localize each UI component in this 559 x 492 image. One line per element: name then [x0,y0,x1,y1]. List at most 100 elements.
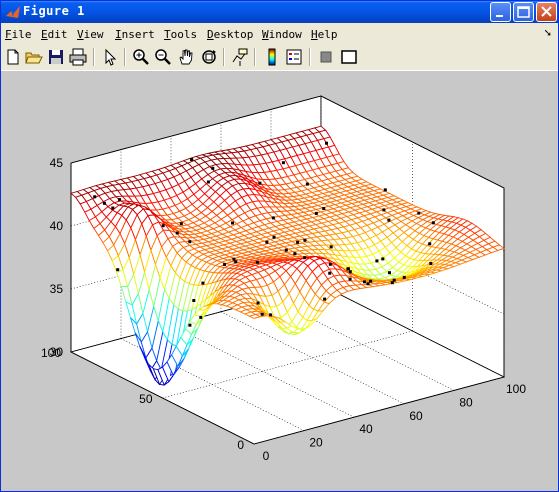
scatter-marker [314,211,318,215]
colorbar-icon [268,48,276,66]
x-tick-label: 100 [506,382,526,396]
figure-canvas[interactable]: 30 35 40 45 0 50 100 0 20 40 60 80 100 [1,71,558,491]
scatter-marker [284,248,288,252]
menu-label: nsert [121,28,155,41]
scatter-marker [382,208,386,212]
menu-label: indow [268,28,302,41]
x-tick-label: 60 [409,409,423,423]
menu-label: iew [83,28,104,41]
toolbar-separator [124,48,126,66]
maximize-button[interactable] [513,2,534,22]
rotate-3d-button[interactable] [199,47,219,67]
scatter-marker [325,141,328,145]
scatter-marker [329,245,333,249]
menu-mnemonic: H [311,28,318,41]
toolbar-separator [254,48,256,66]
open-file-button[interactable] [24,47,44,67]
hide-plot-tools-icon [320,51,332,63]
menu-mnemonic: E [41,28,48,41]
scatter-marker [161,224,165,228]
scatter-marker [190,158,194,161]
colorbar-button[interactable] [262,47,282,67]
scatter-marker [223,263,227,266]
menu-help[interactable]: Help [311,28,338,41]
scatter-marker [269,313,273,317]
minimize-icon [496,15,503,17]
scatter-marker [93,195,97,199]
close-button[interactable] [536,2,557,22]
menu-label: elp [317,28,338,41]
scatter-marker [375,259,379,263]
menu-label: ile [11,28,32,41]
menu-tools[interactable]: Tools [164,28,197,41]
menu-file[interactable]: File [5,28,32,41]
scatter-marker [201,281,205,285]
menu-window[interactable]: Window [262,28,302,41]
save-button[interactable] [46,47,66,67]
toolbar-separator [93,48,95,66]
scatter-marker [188,323,192,327]
title-bar[interactable]: Figure 1 [1,1,558,23]
scatter-marker [111,206,115,210]
hide-plot-tools-button[interactable] [316,47,336,67]
menu-mnemonic: V [77,28,84,41]
rotate-3d-icon [202,50,216,64]
zoom-in-icon [133,49,149,65]
print-button[interactable] [68,47,88,67]
edit-plot-button[interactable] [100,47,120,67]
x-tick-label: 80 [459,395,473,409]
legend-button[interactable] [284,47,304,67]
scatter-marker [188,240,192,244]
scatter-marker [328,271,332,275]
y-tick-label: 0 [237,438,244,452]
x-tick-label: 0 [263,449,270,463]
scatter-marker [265,240,269,244]
scatter-marker [281,161,285,165]
new-figure-button[interactable] [3,47,23,67]
pan-button[interactable] [176,47,196,67]
minimize-button[interactable] [490,2,511,22]
scatter-marker [328,262,332,266]
figure-window: Figure 1 File Edit View Insert Tools Des… [0,0,559,492]
scatter-marker [383,188,387,192]
scatter-marker [211,166,215,170]
scatter-marker [387,218,391,222]
menu-desktop[interactable]: Desktop [207,28,253,41]
print-icon [69,48,87,66]
zoom-out-button[interactable] [153,47,173,67]
x-tick-label: 40 [359,422,373,436]
scatter-marker [346,267,350,271]
menu-label: esktop [213,28,254,41]
surface-plot-axes[interactable]: 30354045050100020406080100 [1,71,558,491]
save-icon [49,50,63,64]
figure-toolbar [1,44,558,71]
scatter-marker [118,198,122,202]
menu-view[interactable]: View [77,28,104,41]
toolbar-separator [223,48,225,66]
zoom-in-button[interactable] [131,47,151,67]
scatter-marker [323,297,327,301]
data-cursor-button[interactable] [230,47,250,67]
menu-edit[interactable]: Edit [41,28,68,41]
scatter-marker [206,180,210,184]
z-tick-label: 45 [50,156,64,170]
scatter-marker [402,275,406,279]
menu-mnemonic: F [5,28,12,41]
open-file-icon [25,52,43,64]
scatter-marker [303,256,307,260]
menu-label: ools [170,28,198,41]
scatter-marker [392,278,396,282]
menu-insert[interactable]: Insert [115,28,155,41]
scatter-marker [175,231,179,235]
scatter-marker [369,279,373,283]
scatter-marker [296,240,300,244]
scatter-marker [388,271,391,275]
scatter-marker [192,299,196,302]
legend-icon [286,49,302,65]
scatter-marker [429,262,433,265]
show-plot-tools-button[interactable] [339,47,359,67]
menu-dock-arrow-icon[interactable]: ➘ [544,28,552,39]
toolbar-separator [309,48,311,66]
menu-mnemonic: I [115,28,122,41]
scatter-marker [303,238,307,242]
